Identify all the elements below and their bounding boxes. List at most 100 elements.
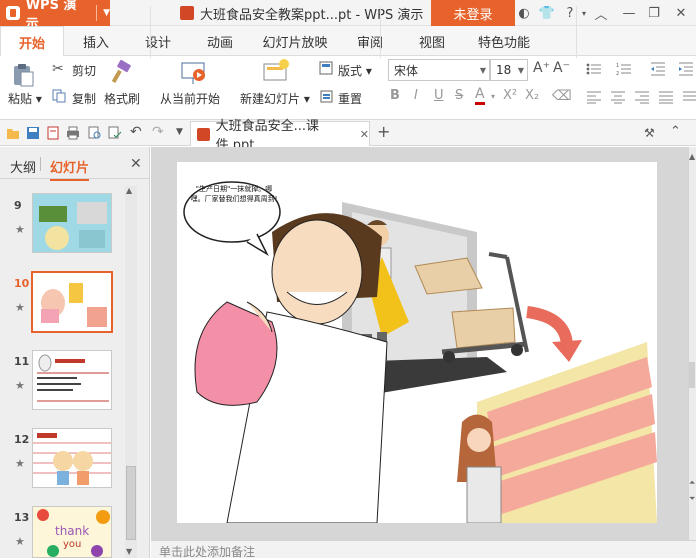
slide-thumbnail-12[interactable] — [32, 428, 112, 488]
align-right-icon[interactable] — [634, 90, 650, 104]
save-icon[interactable] — [26, 126, 40, 140]
slide-thumbnail-10[interactable] — [31, 271, 113, 333]
collapse-icon[interactable]: ⌃ — [670, 124, 681, 139]
underline-icon[interactable]: U — [434, 88, 444, 103]
numbered-list-icon[interactable]: 12 — [616, 62, 632, 77]
font-size-select[interactable]: 18 ▼ — [490, 59, 528, 81]
ppt-file-icon — [180, 6, 194, 20]
reset-icon — [319, 89, 333, 103]
slideshow-play-icon — [180, 60, 208, 86]
from-current-button[interactable]: 从当前开始 — [160, 90, 220, 107]
chevron-down-icon[interactable]: ▾ — [491, 92, 495, 101]
print-icon[interactable] — [66, 126, 80, 140]
new-tab-icon[interactable]: + — [377, 122, 390, 141]
next-slide-icon[interactable]: ⏷ — [689, 494, 695, 504]
justify-icon[interactable] — [658, 90, 674, 104]
collapse-ribbon-icon[interactable]: ︿ — [592, 4, 610, 23]
slide-number: 13 — [14, 511, 30, 524]
customize-toolbar-icon[interactable]: ▼ — [176, 127, 190, 141]
italic-icon[interactable]: I — [414, 88, 418, 103]
skin-icon[interactable]: ◐ — [515, 4, 533, 22]
paste-icon[interactable] — [10, 62, 36, 88]
login-button[interactable]: 未登录 — [431, 0, 515, 26]
slide-number: 11 — [14, 355, 30, 368]
copy-icon — [52, 89, 66, 103]
export-icon[interactable] — [46, 126, 60, 140]
cut-button[interactable]: 剪切 — [72, 62, 96, 79]
slide-thumbnail-13[interactable]: thank you — [32, 506, 112, 558]
paste-button[interactable]: 粘贴 ▾ — [8, 90, 42, 107]
close-icon[interactable]: ✕ — [672, 4, 690, 22]
minimize-icon[interactable]: — — [620, 4, 638, 22]
scroll-up-icon[interactable]: ▲ — [126, 186, 132, 195]
clear-format-icon[interactable]: ⌫ — [552, 88, 572, 104]
decrease-indent-icon[interactable] — [650, 62, 666, 76]
tab-outline[interactable]: 大纲 — [10, 157, 36, 176]
scroll-up-icon[interactable]: ▲ — [689, 152, 695, 161]
undo-icon[interactable]: ↶ — [130, 124, 144, 140]
tab-design[interactable]: 设计 — [132, 26, 184, 56]
speech-bubble-text: "生产日期"一抹就掉。哪嘿。厂家替我们想得真周到! — [190, 185, 278, 203]
scrollbar-thumb[interactable] — [126, 466, 136, 540]
svg-text:1: 1 — [616, 63, 619, 69]
redo-icon[interactable]: ↷ — [152, 124, 166, 140]
tab-home[interactable]: 开始 — [0, 26, 64, 57]
format-painter-button[interactable]: 格式刷 — [104, 90, 140, 107]
bullet-list-icon[interactable] — [586, 62, 602, 76]
shirt-icon[interactable]: 👕 — [538, 4, 556, 22]
slide-thumbnail-9[interactable] — [32, 193, 112, 253]
svg-text:you: you — [63, 539, 81, 550]
increase-indent-icon[interactable] — [678, 62, 694, 76]
tab-review[interactable]: 审阅 — [344, 26, 396, 56]
bold-icon[interactable]: B — [390, 88, 400, 103]
new-slide-icon — [260, 58, 290, 86]
spellcheck-icon[interactable] — [108, 126, 122, 140]
tab-features[interactable]: 特色功能 — [468, 26, 540, 56]
restore-icon[interactable]: ❐ — [645, 4, 663, 22]
font-color-icon[interactable]: A — [475, 86, 485, 105]
close-panel-icon[interactable]: ✕ — [130, 156, 142, 172]
copy-button[interactable]: 复制 — [72, 90, 96, 107]
tab-slides[interactable]: 幻灯片 — [50, 157, 90, 181]
scissors-icon: ✂ — [52, 61, 64, 77]
distribute-icon[interactable] — [682, 90, 696, 104]
animation-star-icon: ★ — [15, 301, 25, 314]
align-center-icon[interactable] — [610, 90, 626, 104]
pin-icon[interactable]: ⚒ — [644, 126, 655, 140]
new-slide-button[interactable]: 新建幻灯片 ▾ — [240, 90, 310, 107]
open-folder-icon[interactable] — [6, 126, 20, 140]
wps-logo-icon — [6, 6, 20, 20]
svg-text:thank: thank — [55, 524, 89, 538]
strikethrough-icon[interactable]: S — [455, 88, 463, 103]
align-left-icon[interactable] — [586, 90, 602, 104]
tab-view[interactable]: 视图 — [406, 26, 458, 56]
svg-text:2: 2 — [616, 71, 619, 76]
layout-icon — [319, 61, 333, 75]
chevron-down-icon: ▼ — [517, 65, 525, 75]
slide-number: 9 — [14, 199, 22, 212]
reset-button[interactable]: 重置 — [338, 90, 362, 107]
animation-star-icon: ★ — [15, 535, 25, 548]
scroll-down-icon[interactable]: ▼ — [126, 547, 132, 556]
help-dropdown-icon[interactable]: ▾ — [575, 4, 593, 22]
slide-image[interactable]: "生产日期"一抹就掉。哪嘿。厂家替我们想得真周到! — [177, 162, 657, 523]
notes-field[interactable]: 单击此处添加备注 — [151, 540, 696, 559]
tab-slideshow[interactable]: 幻灯片放映 — [256, 26, 334, 56]
prev-slide-icon[interactable]: ⏶ — [689, 478, 695, 488]
tab-insert[interactable]: 插入 — [70, 26, 122, 56]
shrink-font-icon[interactable]: A⁻ — [553, 60, 570, 76]
close-tab-icon[interactable]: ✕ — [360, 128, 369, 141]
app-menu-button[interactable]: WPS 演示 ▼ — [0, 0, 110, 32]
font-name-select[interactable]: 宋体 ▼ — [388, 59, 490, 81]
animation-star-icon: ★ — [15, 223, 25, 236]
grow-font-icon[interactable]: A⁺ — [533, 60, 550, 76]
superscript-icon[interactable]: X² — [503, 88, 517, 103]
layout-button[interactable]: 版式 ▾ — [338, 62, 372, 79]
print-preview-icon[interactable] — [88, 126, 102, 140]
subscript-icon[interactable]: X₂ — [525, 88, 539, 103]
slide-thumbnail-11[interactable] — [32, 350, 112, 410]
animation-star-icon: ★ — [15, 457, 25, 470]
tab-animation[interactable]: 动画 — [194, 26, 246, 56]
document-tab[interactable]: 大班食品安全...课件.ppt ✕ — [190, 119, 370, 153]
scrollbar-thumb[interactable] — [689, 362, 695, 388]
